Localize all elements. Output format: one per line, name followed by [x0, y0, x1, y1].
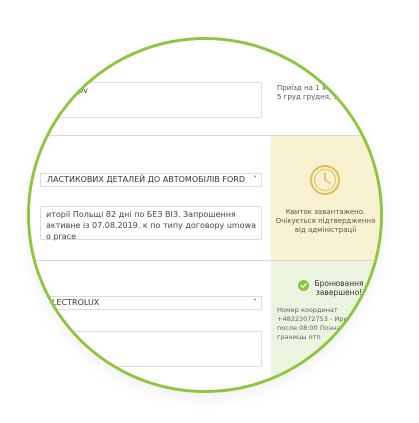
request-row-1: вади зорv: [30, 40, 271, 135]
chevron-down-icon: ˅: [253, 298, 257, 307]
comment-text: вади зорv: [46, 86, 88, 95]
job-select-value: ELECTROLUX: [47, 298, 100, 307]
job-select[interactable]: ЛАСТИКОВИХ ДЕТАЛЕЙ ДО АВТОМОБІЛІВ FORD ˅: [40, 173, 262, 187]
page: вади зорv Приїзд на 1 жо листопада, 5 гр…: [0, 0, 419, 423]
job-select-value: ЛАСТИКОВИХ ДЕТАЛЕЙ ДО АВТОМОБІЛІВ FORD: [47, 175, 245, 184]
status-panel-2: Квиток завантажено. Очікується підтвердж…: [271, 136, 380, 260]
request-list: вади зорv Приїзд на 1 жо листопада, 5 гр…: [30, 40, 380, 390]
request-row-2: ЛАСТИКОВИХ ДЕТАЛЕЙ ДО АВТОМОБІЛІВ FORD ˅…: [30, 136, 271, 260]
check-circle-icon: [298, 280, 309, 291]
description-text: иторії Польщі 82 дні по БЕЗ ВІЗ. Запроше…: [46, 210, 257, 241]
request-row-3: ELECTROLUX ˅: [30, 261, 271, 390]
ticket-status-text: Квиток завантажено. Очікується підтвердж…: [275, 208, 376, 234]
booking-complete-text: Бронювання завершено!: [314, 279, 364, 297]
arrival-note: Приїзд на 1 жо листопада, 5 груд грудня,…: [277, 84, 377, 101]
job-select[interactable]: ELECTROLUX ˅: [40, 296, 262, 310]
coordinator-info: Номер координат +48223072753 - Ири строг…: [277, 306, 373, 341]
clock-icon: [310, 165, 340, 195]
chevron-down-icon: ˅: [253, 175, 257, 184]
comment-field[interactable]: вади зорv: [40, 82, 262, 118]
status-panel-1: Приїзд на 1 жо листопада, 5 груд грудня,…: [271, 40, 380, 135]
description-field[interactable]: [40, 331, 262, 367]
status-panel-3: Бронювання завершено! Номер координат +4…: [271, 261, 380, 390]
description-field[interactable]: иторії Польщі 82 дні по БЕЗ ВІЗ. Запроше…: [40, 206, 262, 241]
magnifier-circle: вади зорv Приїзд на 1 жо листопада, 5 гр…: [30, 40, 380, 390]
